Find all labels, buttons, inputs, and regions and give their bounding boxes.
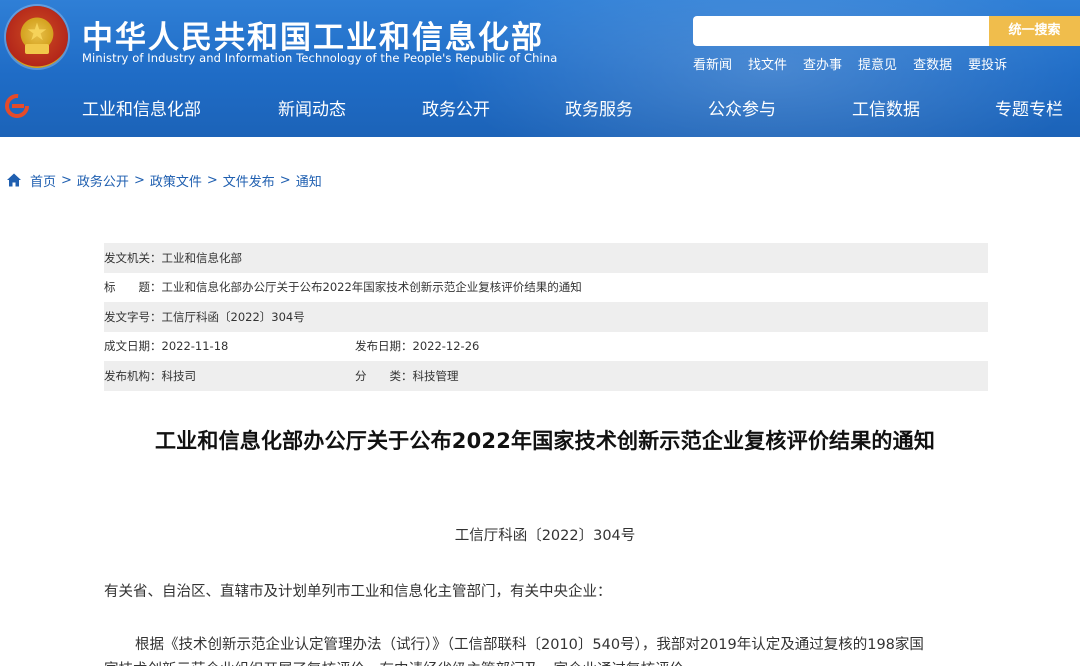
quick-link-feedback[interactable]: 提意见 [858, 54, 897, 73]
meta-value: 科技司 [161, 368, 197, 383]
breadcrumb-separator: > [61, 172, 72, 188]
meta-row-doc-number: 发文字号： 工信厅科函〔2022〕304号 [104, 302, 988, 332]
meta-row-issuer: 发文机关： 工业和信息化部 [104, 243, 988, 273]
meta-created: 成文日期： 2022-11-18 [104, 338, 228, 354]
breadcrumb-policy-files[interactable]: 政策文件 [150, 171, 202, 190]
meta-value: 科技管理 [412, 368, 459, 383]
breadcrumb-file-release[interactable]: 文件发布 [223, 171, 275, 190]
nav-item-participation[interactable]: 公众参与 [708, 95, 776, 120]
document-paragraph: 根据《技术创新示范企业认定管理办法（试行）》（工信部联科〔2010〕540号），… [135, 637, 924, 653]
nav-item-gov-affairs[interactable]: 政务公开 [422, 95, 490, 120]
document-metadata-table: 发文机关： 工业和信息化部 标 题： 工业和信息化部办公厅关于公布2022年国家… [104, 243, 988, 391]
meta-label: 分 类： [355, 368, 413, 383]
meta-label: 发文字号： [104, 309, 162, 324]
breadcrumb: 首页 > 政务公开 > 政策文件 > 文件发布 > 通知 [6, 170, 322, 190]
meta-agency: 发布机构： 科技司 [104, 368, 196, 384]
search-button[interactable]: 统一搜索 [989, 16, 1080, 46]
breadcrumb-home[interactable]: 首页 [30, 171, 56, 190]
quick-links: 看新闻 找文件 查办事 提意见 查数据 要投诉 [693, 54, 1023, 73]
quick-link-data[interactable]: 查数据 [913, 54, 952, 73]
nav-item-news[interactable]: 新闻动态 [278, 95, 346, 120]
meta-published: 发布日期： 2022-12-26 [355, 338, 479, 354]
site-header: ★ 中华人民共和国工业和信息化部 Ministry of Industry an… [0, 0, 1080, 137]
breadcrumb-separator: > [206, 172, 218, 188]
nav-item-ministry[interactable]: 工业和信息化部 [82, 95, 201, 120]
meta-value: 工业和信息化部办公厅关于公布2022年国家技术创新示范企业复核评价结果的通知 [161, 280, 582, 295]
main-nav: 工业和信息化部 新闻动态 政务公开 政务服务 公众参与 工信数据 专题专栏 [0, 87, 1080, 127]
document-number: 工信厅科函〔2022〕304号 [454, 528, 636, 544]
meta-value: 2022-12-26 [412, 339, 480, 354]
document-paragraph-continued: 家技术创新示范企业组织开展了复核评价。有中请经省级主管部门及…家企业通过复核评价… [104, 658, 699, 666]
star-icon: ★ [26, 18, 48, 46]
meta-label: 标 题： [104, 280, 162, 295]
nav-item-services[interactable]: 政务服务 [565, 95, 633, 120]
meta-row-title: 标 题： 工业和信息化部办公厅关于公布2022年国家技术创新示范企业复核评价结果… [104, 273, 988, 303]
meta-value: 工业和信息化部 [161, 250, 243, 265]
national-emblem-icon[interactable]: ★ [6, 6, 68, 68]
quick-link-complaint[interactable]: 要投诉 [968, 54, 1007, 73]
meta-label: 发文机关： [104, 250, 162, 265]
document-title: 工业和信息化部办公厅关于公布2022年国家技术创新示范企业复核评价结果的通知 [154, 429, 936, 453]
breadcrumb-separator: > [133, 172, 145, 188]
meta-row-dates: 成文日期： 2022-11-18 发布日期： 2022-12-26 [104, 332, 988, 362]
breadcrumb-gov-affairs[interactable]: 政务公开 [77, 171, 129, 190]
meta-row-agency: 发布机构： 科技司 分 类： 科技管理 [104, 361, 988, 391]
meta-label: 发布日期： [355, 339, 413, 354]
nav-item-topics[interactable]: 专题专栏 [995, 95, 1063, 120]
nav-item-data[interactable]: 工信数据 [852, 95, 920, 120]
site-subtitle: Ministry of Industry and Information Tec… [82, 51, 558, 65]
meta-label: 成文日期： [104, 339, 162, 354]
quick-link-services[interactable]: 查办事 [803, 54, 842, 73]
meta-category: 分 类： 科技管理 [355, 368, 459, 384]
breadcrumb-separator: > [279, 172, 291, 188]
meta-value: 工信厅科函〔2022〕304号 [161, 309, 305, 324]
meta-label: 发布机构： [104, 368, 162, 383]
quick-link-files[interactable]: 找文件 [748, 54, 787, 73]
meta-value: 2022-11-18 [161, 339, 229, 354]
breadcrumb-notice[interactable]: 通知 [296, 171, 322, 190]
tiananmen-icon [25, 44, 49, 54]
home-icon[interactable] [6, 172, 22, 188]
search-input[interactable] [693, 16, 989, 46]
document-recipients: 有关省、自治区、直辖市及计划单列市工业和信息化主管部门，有关中央企业： [104, 584, 612, 600]
quick-link-news[interactable]: 看新闻 [693, 54, 732, 73]
